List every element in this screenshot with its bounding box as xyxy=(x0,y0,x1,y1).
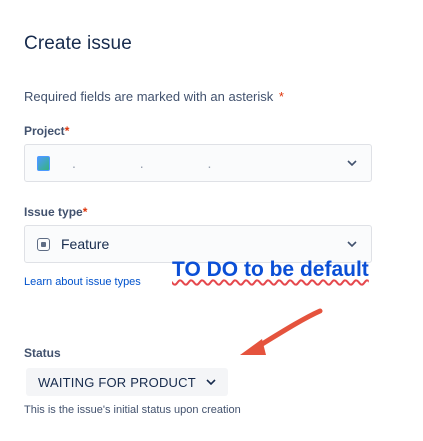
status-dropdown-button[interactable]: WAITING FOR PRODUCT xyxy=(26,368,228,396)
project-avatar-icon xyxy=(37,155,50,171)
project-required-asterisk: * xyxy=(64,124,70,138)
required-fields-note: Required fields are marked with an aster… xyxy=(24,89,284,104)
annotation-text: TO DO to be default xyxy=(172,258,369,281)
status-hint-text: This is the issue's initial status upon … xyxy=(24,404,241,416)
required-note-text: Required fields are marked with an aster… xyxy=(24,89,274,104)
feature-issue-icon xyxy=(37,237,50,251)
chevron-down-icon xyxy=(347,160,357,166)
project-select[interactable]: . . . xyxy=(24,144,372,182)
chevron-down-icon xyxy=(206,379,216,385)
status-field-label: Status xyxy=(24,346,61,360)
dialog-title: Create issue xyxy=(24,33,132,54)
issue-type-select-value: Feature xyxy=(61,236,110,252)
issue-type-label-text: Issue type xyxy=(24,205,83,219)
issue-type-required-asterisk: * xyxy=(82,205,88,219)
learn-about-issue-types-link[interactable]: Learn about issue types xyxy=(24,276,141,288)
project-field-label: Project* xyxy=(24,124,69,138)
chevron-down-icon xyxy=(347,241,357,247)
project-label-text: Project xyxy=(24,124,65,138)
issue-type-field-label: Issue type* xyxy=(24,205,87,219)
project-select-value: . . . xyxy=(72,155,242,171)
annotation-arrow-icon xyxy=(240,308,323,355)
required-asterisk: * xyxy=(278,89,284,104)
status-value: WAITING FOR PRODUCT xyxy=(38,374,196,390)
